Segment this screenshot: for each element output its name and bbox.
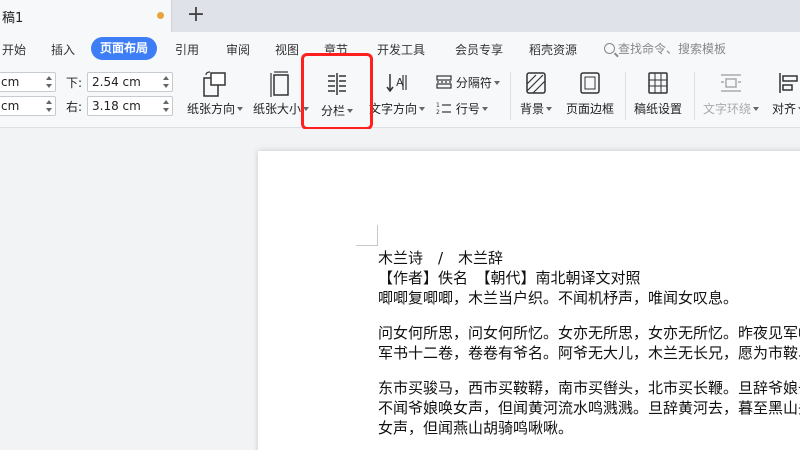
line-number-button[interactable]: 1 2 行号 [436,100,488,117]
margin-right-value: 3.18 cm [92,99,141,113]
new-tab-plus-icon[interactable]: + [184,3,208,27]
ribbon-menu-bar: 开始 插入 页面布局 引用 审阅 视图 章节 开发工具 会员专享 稻壳资源 查找… [0,32,800,66]
svg-text:2: 2 [436,109,440,115]
page-border-label: 页面边框 [565,102,614,116]
text-wrap-button[interactable]: 文字环绕 [700,66,762,126]
paragraph-line: 女声，但闻燕山胡骑鸣啾啾。 [378,419,574,437]
paper-size-icon [270,71,289,97]
menu-home[interactable]: 开始 [2,41,26,58]
margin-bottom-input[interactable]: 2.54 cm [87,72,173,92]
text-direction-label: 文字方向 [368,102,417,116]
margin-top-spinner-icon[interactable] [45,75,53,89]
margin-right-label: 右: [66,100,83,114]
paragraph-line: 唧唧复唧唧，木兰当户织。不闻机杼声，唯闻女叹息。 [378,289,739,307]
separator-icon [436,75,452,89]
margin-left-spinner-icon[interactable] [45,99,53,113]
menu-docer-resources[interactable]: 稻壳资源 [529,41,577,58]
margin-right-input[interactable]: 3.18 cm [87,96,173,116]
manuscript-grid-icon [648,72,668,94]
margin-top-row: cm [0,72,60,92]
line-number-label: 行号 [455,102,480,116]
separator-label: 分隔符 [455,76,492,90]
text-wrap-icon [721,74,741,92]
text-direction-icon: A [386,74,407,93]
paper-orientation-icon [203,71,226,97]
manuscript-settings-label: 稿纸设置 [633,102,682,116]
poem-title: 木兰诗 / 木兰辞 [378,249,504,267]
menu-references[interactable]: 引用 [175,41,199,58]
paper-size-label: 纸张大小 [252,102,301,116]
separator-caret-icon [493,81,500,85]
poem-author-line: 【作者】佚名 【朝代】南北朝译文对照 [378,269,641,287]
tab-strip: 稿1 + [0,0,800,32]
margin-bottom-row: 下: 2.54 cm [66,72,176,92]
margin-top-input[interactable]: cm [0,72,56,92]
menu-page-layout[interactable]: 页面布局 [91,37,158,60]
margin-left-row: cm [0,96,60,116]
page-border-icon [580,72,600,94]
margin-bottom-value: 2.54 cm [92,75,141,89]
text-direction-caret-icon [419,107,425,111]
page-layout-ribbon: cm cm 下: 2.54 cm 右: 3.18 cm 纸张方向 纸张大小 分栏… [0,66,800,190]
margin-bottom-label: 下: [66,76,83,90]
text-wrap-caret-icon [753,107,759,111]
page-corner-mark [377,225,378,246]
document-tab-title: 稿1 [2,11,24,26]
manuscript-settings-button[interactable]: 稿纸设置 [628,66,688,126]
margin-top-value: cm [1,75,20,89]
text-wrap-label: 文字环绕 [702,102,751,116]
background-icon [526,72,546,94]
align-label: 对齐 [771,102,796,116]
align-button[interactable]: 对齐 [766,66,800,126]
margin-right-row: 右: 3.18 cm [66,96,176,116]
align-icon [779,73,798,93]
menu-review[interactable]: 审阅 [226,41,250,58]
command-search-placeholder: 查找命令、搜索模板 [618,42,727,56]
page-border-button[interactable]: 页面边框 [560,66,620,126]
paragraph-line: 不闻爷娘唤女声，但闻黄河流水鸣溅溅。旦辞黄河去，暮至黑山头 [378,399,800,417]
background-button[interactable]: 背景 [516,66,556,126]
command-search[interactable]: 查找命令、搜索模板 [604,40,726,57]
document-body-text[interactable]: 木兰诗 / 木兰辞 【作者】佚名 【朝代】南北朝译文对照 唧唧复唧唧，木兰当户织… [378,248,800,438]
margin-left-value: cm [1,99,20,113]
text-direction-button[interactable]: A 文字方向 [367,66,427,126]
document-tab[interactable]: 稿1 [0,0,172,32]
unsaved-indicator-icon [157,12,164,19]
background-label: 背景 [519,102,544,116]
ribbon-divider [625,72,626,120]
menu-insert[interactable]: 插入 [51,41,75,58]
line-number-caret-icon [481,107,488,111]
ribbon-divider [694,72,695,120]
margin-right-spinner-icon[interactable] [162,99,170,113]
paragraph-line: 军书十二卷，卷卷有爷名。阿爷无大儿，木兰无长兄，愿为市鞍马 [378,344,800,362]
ribbon-divider [510,72,511,120]
paragraph-line: 问女何所思，问女何所忆。女亦无所思，女亦无所忆。昨夜见军帖 [378,324,800,342]
paper-orientation-caret-icon [237,107,243,111]
separator-button[interactable]: 分隔符 [436,74,500,91]
margin-left-input[interactable]: cm [0,96,56,116]
margin-bottom-spinner-icon[interactable] [162,75,170,89]
paper-orientation-button[interactable]: 纸张方向 [183,66,247,126]
background-caret-icon [546,107,552,111]
line-number-icon: 1 2 [436,102,451,116]
menu-view[interactable]: 视图 [275,41,299,58]
svg-text:1: 1 [436,102,440,109]
search-icon [604,43,615,54]
paragraph-line: 东市买骏马，西市买鞍鞯，南市买辔头，北市买长鞭。旦辞爷娘去 [378,379,800,397]
columns-highlight-box [301,53,373,130]
paper-orientation-label: 纸张方向 [186,102,235,116]
menu-developer-tools[interactable]: 开发工具 [377,41,425,58]
menu-member-exclusive[interactable]: 会员专享 [455,41,503,58]
page-corner-mark [356,245,378,246]
